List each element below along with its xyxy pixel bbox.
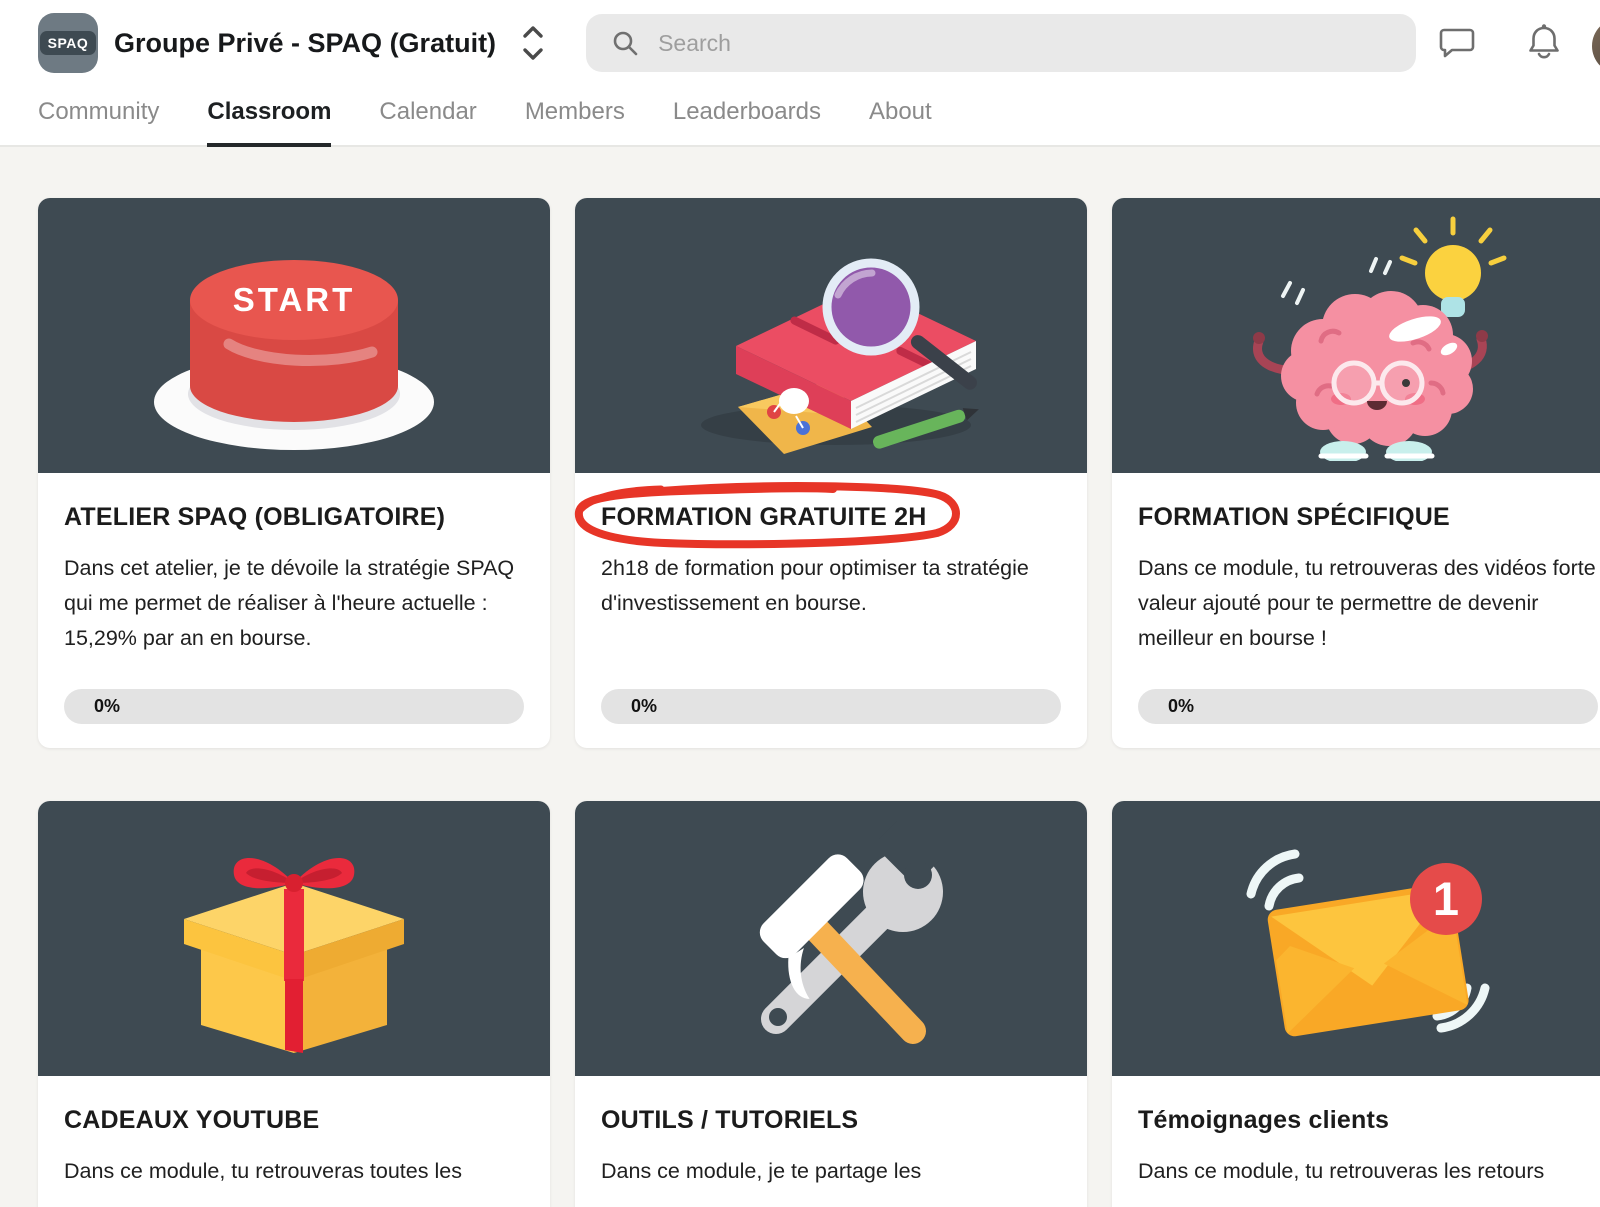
course-card-formation-specifique[interactable]: FORMATION SPÉCIFIQUE Dans ce module, tu … <box>1112 198 1600 748</box>
course-title: Témoignages clients <box>1138 1106 1390 1134</box>
group-logo-text: SPAQ <box>39 31 97 55</box>
chevron-up-down-icon <box>523 26 543 60</box>
search-icon <box>613 31 638 56</box>
course-cover <box>575 198 1087 473</box>
group-title: Groupe Privé - SPAQ (Gratuit) <box>114 27 497 58</box>
course-title: OUTILS / TUTORIELS <box>601 1106 859 1134</box>
course-cover <box>575 801 1087 1076</box>
course-description: Dans ce module, je te partage les <box>601 1159 922 1183</box>
start-button-illustration: START <box>154 259 434 450</box>
course-description: 2h18 de formation pour optimiser ta stra… <box>601 556 1029 615</box>
envelope-notification-illustration: 1 <box>1246 849 1490 1036</box>
tab-classroom[interactable]: Classroom <box>207 86 332 147</box>
brain-lightbulb-illustration <box>1253 216 1507 461</box>
course-cover: START <box>38 198 550 473</box>
course-cover <box>1112 198 1600 473</box>
bell-icon <box>1529 24 1559 59</box>
course-cover: 1 <box>1112 801 1600 1076</box>
tab-members[interactable]: Members <box>525 86 625 145</box>
chat-button[interactable] <box>1438 25 1476 61</box>
course-title: ATELIER SPAQ (OBLIGATOIRE) <box>64 503 446 531</box>
search-input[interactable] <box>658 29 1391 57</box>
book-magnifier-illustration <box>701 258 979 454</box>
course-description: Dans cet atelier, je te dévoile la strat… <box>64 556 515 650</box>
course-title: FORMATION GRATUITE 2H <box>601 503 927 531</box>
gift-box-illustration <box>184 857 404 1053</box>
group-switcher-button[interactable] <box>520 23 546 63</box>
user-avatar[interactable] <box>1592 18 1600 74</box>
course-title: CADEAUX YOUTUBE <box>64 1106 320 1134</box>
course-card-cadeaux-youtube[interactable]: CADEAUX YOUTUBE Dans ce module, tu retro… <box>38 801 550 1207</box>
notifications-button[interactable] <box>1526 23 1562 63</box>
hammer-wrench-illustration <box>759 818 943 1044</box>
course-cover <box>38 801 550 1076</box>
progress-bar: 0% <box>64 689 524 724</box>
progress-bar: 0% <box>601 689 1061 724</box>
notification-badge-count: 1 <box>1433 872 1459 925</box>
course-description: Dans ce module, tu retrouveras toutes le… <box>64 1159 462 1183</box>
start-button-label: START <box>233 281 356 318</box>
classroom-grid: START ATELIER SPAQ (OBLIGATOIRE) Dans ce… <box>0 147 1600 1207</box>
group-logo[interactable]: SPAQ <box>38 13 98 73</box>
course-card-temoignages-clients[interactable]: 1 Témoignages clients Dans ce module, tu… <box>1112 801 1600 1207</box>
nav-tabs: Community Classroom Calendar Members Lea… <box>38 86 1562 147</box>
progress-bar: 0% <box>1138 689 1598 724</box>
search-bar <box>586 14 1417 72</box>
tab-community[interactable]: Community <box>38 86 159 145</box>
course-card-formation-gratuite[interactable]: FORMATION GRATUITE 2H 2h18 de formation … <box>574 198 1087 748</box>
tab-leaderboards[interactable]: Leaderboards <box>673 86 821 145</box>
course-card-atelier-spaq[interactable]: START ATELIER SPAQ (OBLIGATOIRE) Dans ce… <box>38 198 550 748</box>
tab-about[interactable]: About <box>869 86 932 145</box>
course-description: Dans ce module, tu retrouveras des vidéo… <box>1138 556 1596 650</box>
course-description: Dans ce module, tu retrouveras les retou… <box>1138 1159 1545 1183</box>
course-title: FORMATION SPÉCIFIQUE <box>1138 503 1450 531</box>
chat-bubble-icon <box>1439 28 1475 58</box>
tab-calendar[interactable]: Calendar <box>379 86 476 145</box>
header: SPAQ Groupe Privé - SPAQ (Gratuit) Searc… <box>0 0 1600 147</box>
course-card-outils-tutoriels[interactable]: OUTILS / TUTORIELS Dans ce module, je te… <box>575 801 1087 1207</box>
